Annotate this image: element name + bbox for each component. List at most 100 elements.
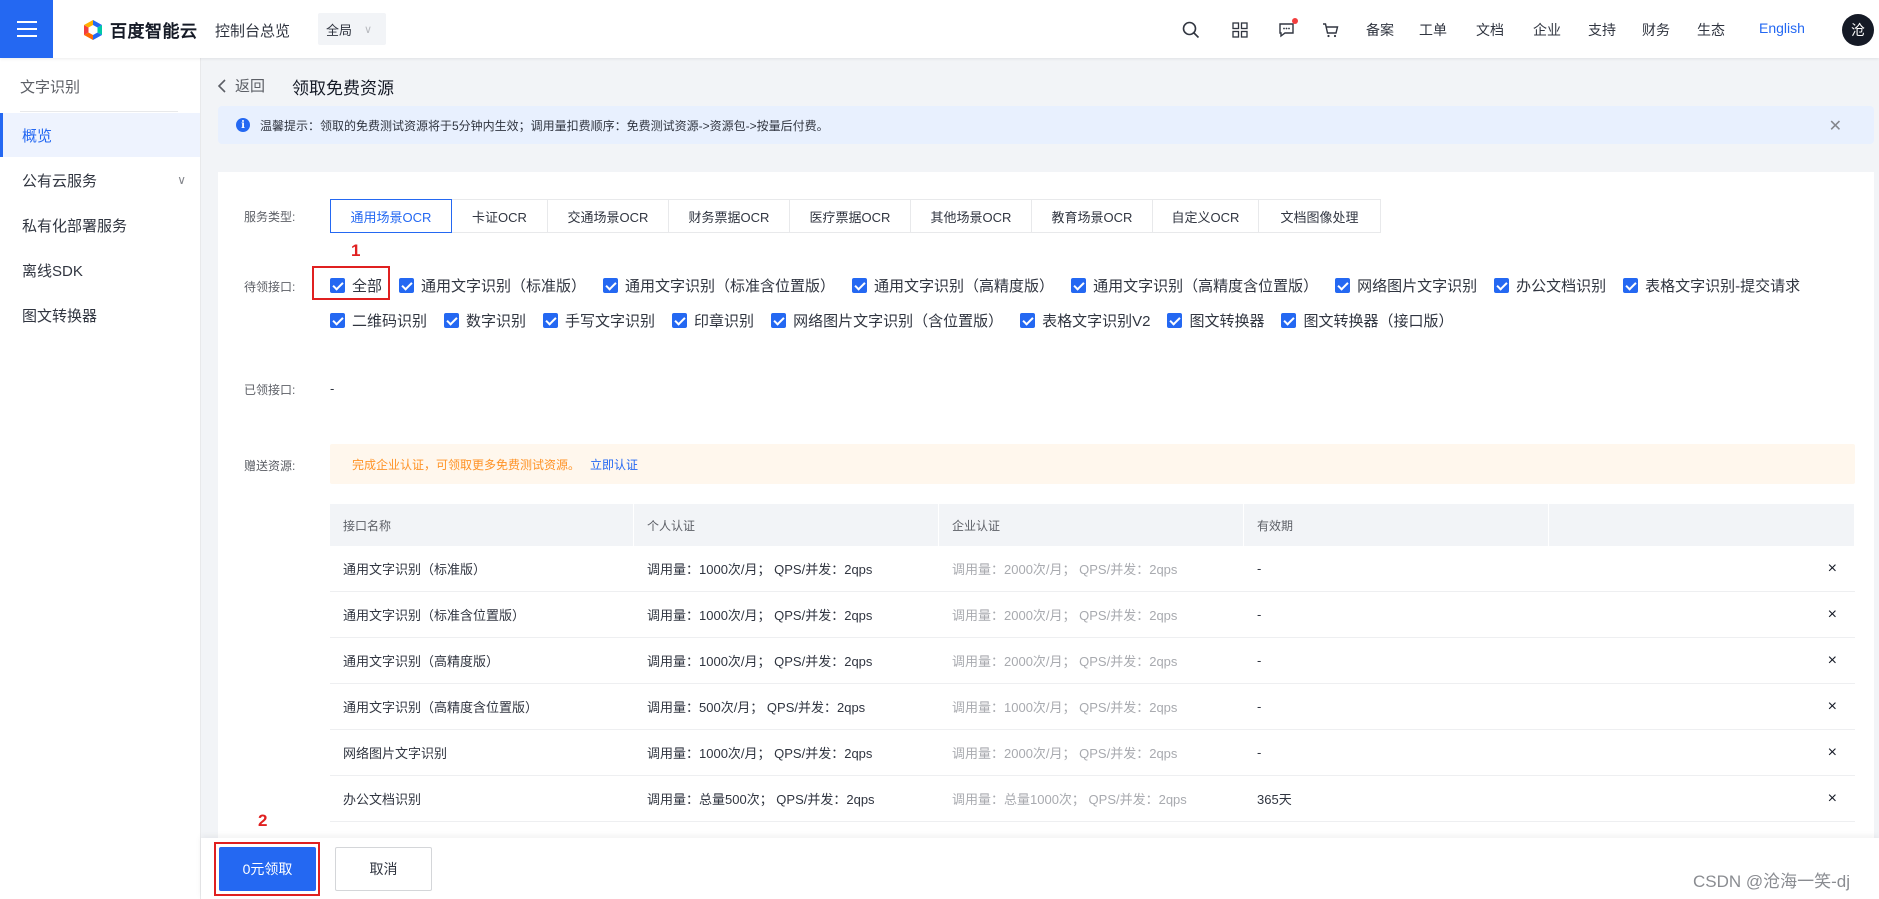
nav-support[interactable]: 支持 (1588, 20, 1616, 40)
api-checkbox[interactable]: 图文转换器（接口版） (1281, 310, 1453, 331)
api-checkbox[interactable]: 表格文字识别-提交请求 (1623, 275, 1800, 296)
api-checkbox[interactable]: 通用文字识别（标准版） (399, 275, 586, 296)
sidebar-item-label: 图文转换器 (22, 307, 98, 325)
api-checkbox[interactable]: 印章识别 (672, 310, 754, 331)
nav-filing[interactable]: 备案 (1366, 20, 1394, 40)
cell-validity: - (1257, 561, 1262, 576)
cell-enterprise: 调用量：2000次/月； QPS/并发：2qps (952, 562, 1178, 577)
sidebar-item-overview[interactable]: 概览 (0, 113, 200, 157)
region-select[interactable]: 全局 ∨ (318, 13, 386, 45)
checkbox-label: 图文转换器（接口版） (1303, 313, 1454, 330)
remove-row-icon[interactable]: × (1549, 546, 1855, 591)
col-actions (1549, 504, 1855, 546)
cell-personal: 调用量：500次/月； QPS/并发：2qps (647, 700, 866, 715)
remove-row-icon[interactable]: × (1549, 776, 1855, 821)
checkbox-checked-icon (852, 278, 868, 293)
tab-other-ocr[interactable]: 其他场景OCR (911, 200, 1032, 232)
table-row: 通用文字识别（标准含位置版） 调用量：1000次/月； QPS/并发：2qps … (330, 592, 1855, 638)
remove-row-icon[interactable]: × (1549, 638, 1855, 683)
cell-personal: 调用量：1000次/月； QPS/并发：2qps (647, 608, 873, 623)
brand-name: 百度智能云 (110, 22, 198, 41)
language-switch[interactable]: English (1759, 20, 1805, 36)
cell-validity: - (1257, 699, 1262, 714)
message-icon[interactable] (1276, 18, 1298, 40)
tab-custom-ocr[interactable]: 自定义OCR (1153, 200, 1259, 232)
api-checkbox[interactable]: 通用文字识别（标准含位置版） (603, 275, 835, 296)
cell-api-name: 办公文档识别 (343, 792, 422, 807)
sidebar-item-public-cloud[interactable]: 公有云服务 ∨ (0, 158, 200, 202)
close-icon[interactable]: ✕ (1829, 116, 1842, 136)
cell-enterprise: 调用量：1000次/月； QPS/并发：2qps (952, 700, 1178, 715)
api-checkbox[interactable]: 表格文字识别V2 (1020, 310, 1150, 331)
remove-row-icon[interactable]: × (1549, 592, 1855, 637)
nav-ecosystem[interactable]: 生态 (1697, 20, 1725, 40)
tab-education-ocr[interactable]: 教育场景OCR (1032, 200, 1153, 232)
gift-resources-banner: 完成企业认证，可领取更多免费测试资源。 立即认证 (330, 444, 1855, 484)
info-icon: i (236, 118, 250, 132)
checkbox-label: 办公文档识别 (1516, 278, 1607, 295)
api-checkbox[interactable]: 手写文字识别 (543, 310, 655, 331)
page-title: 领取免费资源 (292, 79, 394, 98)
col-personal: 个人认证 (634, 504, 939, 546)
baidu-cloud-logo-icon (84, 19, 102, 40)
api-checkbox-row-2: 二维码识别 数字识别 手写文字识别 印章识别 网络图片文字识别（含位置版） 表格… (330, 310, 1453, 331)
checkbox-checked-icon (330, 313, 345, 328)
service-type-label: 服务类型: (244, 210, 296, 224)
checkbox-label: 通用文字识别（高精度版） (874, 278, 1055, 295)
tab-doc-image[interactable]: 文档图像处理 (1259, 200, 1380, 232)
tab-medical-ocr[interactable]: 医疗票据OCR (790, 200, 911, 232)
checkbox-label: 网络图片文字识别 (1357, 278, 1478, 295)
brand-logo[interactable]: 百度智能云 (81, 17, 198, 42)
hamburger-menu-button[interactable] (0, 0, 53, 58)
table-row: 网络图片文字识别 调用量：1000次/月； QPS/并发：2qps 调用量：20… (330, 730, 1855, 776)
sidebar-item-offline-sdk[interactable]: 离线SDK (0, 248, 200, 292)
sidebar-item-label: 私有化部署服务 (22, 217, 128, 235)
tab-finance-ocr[interactable]: 财务票据OCR (669, 200, 790, 232)
cell-validity: - (1257, 653, 1262, 668)
checkbox-label: 通用文字识别（高精度含位置版） (1093, 278, 1319, 295)
cell-api-name: 通用文字识别（标准版） (343, 562, 487, 577)
grid-apps-icon[interactable] (1230, 20, 1250, 40)
cancel-button[interactable]: 取消 (335, 847, 432, 891)
checkbox-label: 手写文字识别 (565, 313, 656, 330)
tab-general-ocr[interactable]: 通用场景OCR (330, 199, 452, 233)
nav-enterprise[interactable]: 企业 (1533, 20, 1561, 40)
api-checkbox[interactable]: 图文转换器 (1167, 310, 1264, 331)
cell-enterprise: 调用量：2000次/月； QPS/并发：2qps (952, 654, 1178, 669)
page-header: 返回 领取免费资源 (201, 58, 1879, 108)
api-checkbox[interactable]: 二维码识别 (330, 310, 427, 331)
pending-apis-label: 待领接口: (244, 280, 296, 294)
action-footer (201, 838, 1879, 899)
checkbox-checked-icon (672, 313, 688, 328)
api-checkbox[interactable]: 通用文字识别（高精度版） (852, 275, 1054, 296)
sidebar-item-image-converter[interactable]: 图文转换器 (0, 293, 200, 337)
remove-row-icon[interactable]: × (1549, 730, 1855, 775)
api-checkbox[interactable]: 网络图片文字识别 (1335, 275, 1477, 296)
remove-row-icon[interactable]: × (1549, 684, 1855, 729)
sidebar-item-private-deploy[interactable]: 私有化部署服务 (0, 203, 200, 247)
cell-api-name: 通用文字识别（高精度含位置版） (343, 700, 539, 715)
chevron-down-icon: ∨ (177, 173, 186, 187)
user-avatar[interactable]: 沧 (1842, 14, 1874, 46)
cell-personal: 调用量：1000次/月； QPS/并发：2qps (647, 746, 873, 761)
checkbox-checked-icon (1167, 313, 1183, 328)
api-checkbox[interactable]: 网络图片文字识别（含位置版） (771, 310, 1003, 331)
verify-now-link[interactable]: 立即认证 (590, 456, 638, 473)
service-type-tabs: 通用场景OCR 卡证OCR 交通场景OCR 财务票据OCR 医疗票据OCR 其他… (330, 199, 1381, 233)
nav-finance[interactable]: 财务 (1642, 20, 1670, 40)
search-icon[interactable] (1181, 20, 1201, 40)
api-checkbox[interactable]: 通用文字识别（高精度含位置版） (1071, 275, 1318, 296)
cell-validity: - (1257, 607, 1262, 622)
nav-docs[interactable]: 文档 (1476, 20, 1504, 40)
tab-traffic-ocr[interactable]: 交通场景OCR (548, 200, 669, 232)
cart-icon[interactable] (1320, 20, 1340, 40)
checkbox-label: 通用文字识别（标准版） (421, 278, 587, 295)
api-checkbox[interactable]: 数字识别 (444, 310, 526, 331)
api-checkbox[interactable]: 办公文档识别 (1494, 275, 1606, 296)
tab-card-ocr[interactable]: 卡证OCR (452, 200, 548, 232)
cell-personal: 调用量：1000次/月； QPS/并发：2qps (647, 562, 873, 577)
nav-ticket[interactable]: 工单 (1419, 20, 1447, 40)
back-button[interactable]: 返回 (217, 75, 265, 96)
console-overview-link[interactable]: 控制台总览 (215, 20, 290, 41)
checkbox-checked-icon (771, 313, 787, 328)
